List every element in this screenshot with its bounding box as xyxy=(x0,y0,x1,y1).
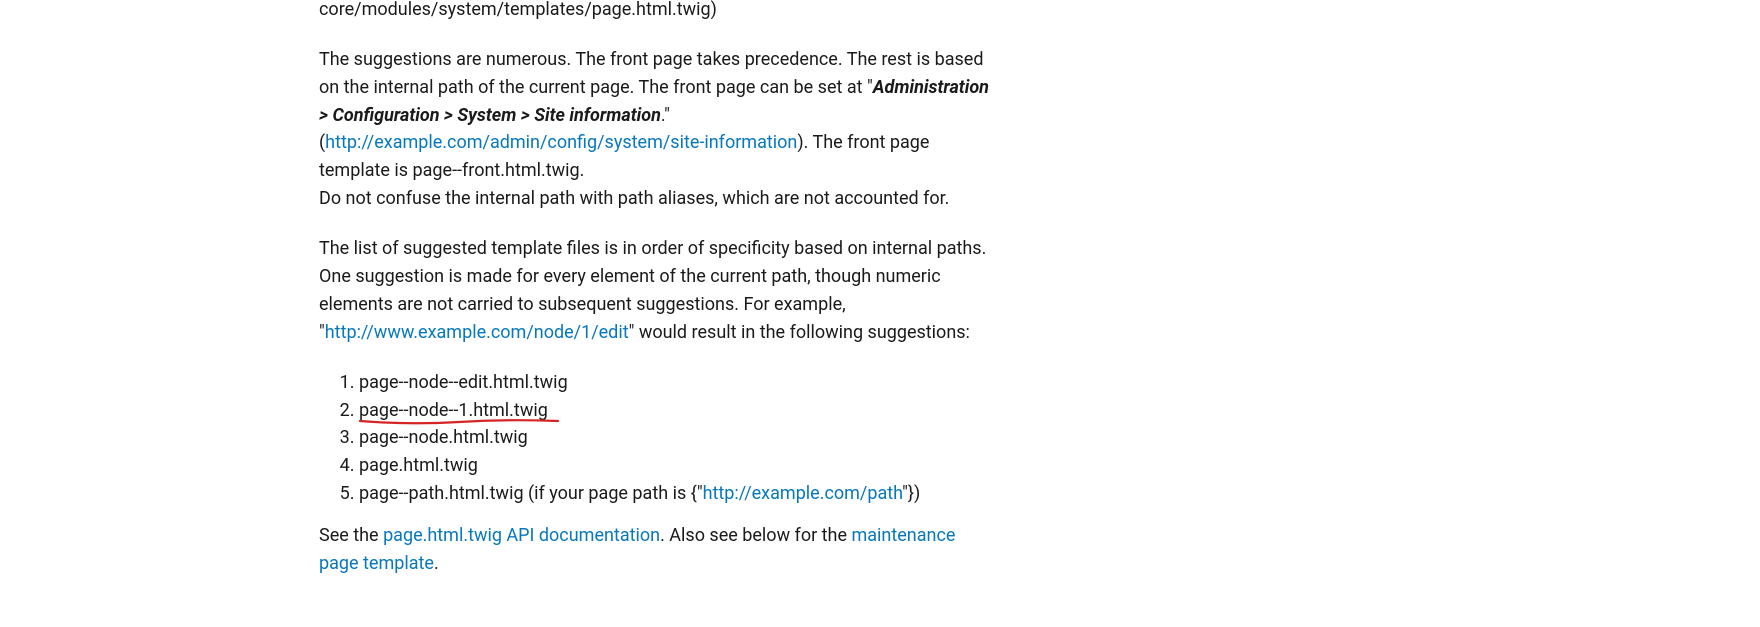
api-documentation-link[interactable]: page.html.twig API documentation xyxy=(383,525,660,546)
text: " would result in the following suggesti… xyxy=(629,322,970,343)
site-information-link[interactable]: http://example.com/admin/config/system/s… xyxy=(325,132,797,153)
list-item: page--node--edit.html.twig xyxy=(359,369,999,397)
text: page--path.html.twig (if your page path … xyxy=(359,483,703,504)
see-also-paragraph: See the page.html.twig API documentation… xyxy=(319,522,999,578)
template-suggestions-list: page--node--edit.html.twig page--node--1… xyxy=(319,369,999,508)
example-path-link[interactable]: http://example.com/path xyxy=(703,483,903,504)
list-item: page.html.twig xyxy=(359,452,999,480)
text: Do not confuse the internal path with pa… xyxy=(319,188,949,209)
specificity-paragraph: The list of suggested template files is … xyxy=(319,235,999,347)
list-item: page--node--1.html.twig xyxy=(359,397,999,425)
suggestions-paragraph: The suggestions are numerous. The front … xyxy=(319,46,999,213)
example-url-link[interactable]: http://www.example.com/node/1/edit xyxy=(325,322,629,343)
article-body: { "p1": { "a": "Base template: ", "b": "… xyxy=(319,0,999,578)
text: "}) xyxy=(902,483,920,504)
base-template-paragraph: Base template: page.html.twig (base loca… xyxy=(319,0,999,24)
text: . Also see below for the xyxy=(660,525,851,546)
text: See the xyxy=(319,525,383,546)
text: . xyxy=(434,553,439,574)
list-item-text: page--node--1.html.twig xyxy=(359,400,548,421)
list-item: page--path.html.twig (if your page path … xyxy=(359,480,999,508)
list-item: page--node.html.twig xyxy=(359,424,999,452)
text: (base location: core/modules/system/temp… xyxy=(319,0,717,20)
